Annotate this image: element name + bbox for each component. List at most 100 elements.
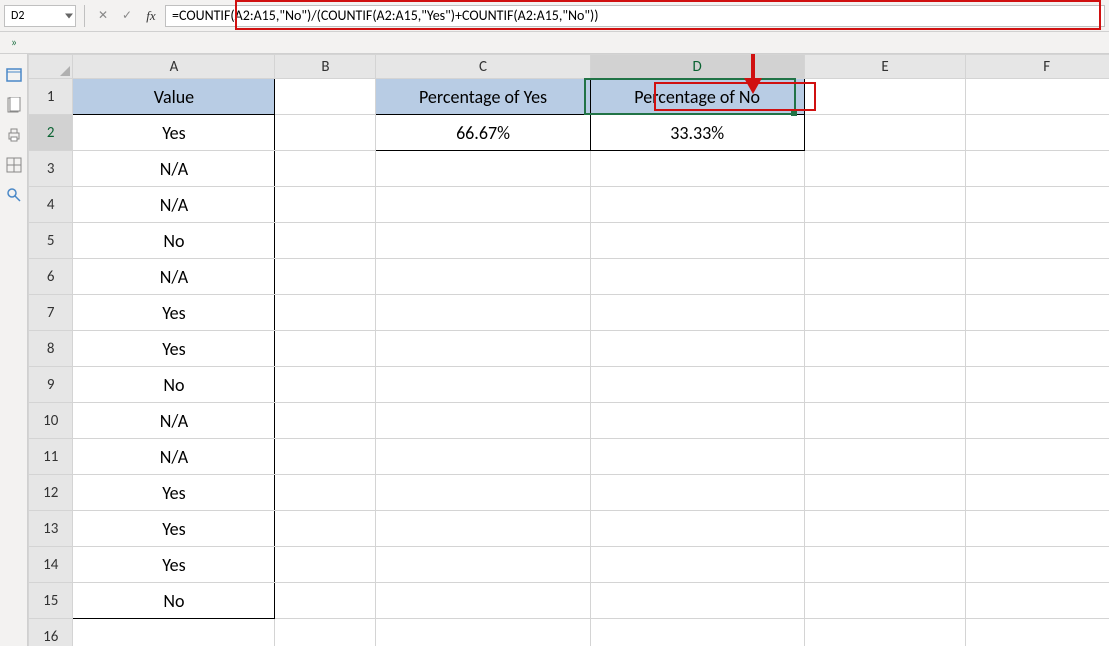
row-header[interactable]: 4 xyxy=(29,187,73,223)
cell-B10[interactable] xyxy=(275,403,376,439)
row-header[interactable]: 12 xyxy=(29,475,73,511)
cell-E2[interactable] xyxy=(804,115,966,151)
cell-E9[interactable] xyxy=(804,367,966,403)
cell-D3[interactable] xyxy=(590,151,804,187)
cell-C10[interactable] xyxy=(376,403,590,439)
row-header[interactable]: 13 xyxy=(29,511,73,547)
select-all-corner[interactable] xyxy=(29,55,73,79)
formula-input[interactable]: =COUNTIF(A2:A15,"No")/(COUNTIF(A2:A15,"Y… xyxy=(165,5,1105,27)
row-header[interactable]: 8 xyxy=(29,331,73,367)
cell-F11[interactable] xyxy=(966,439,1109,475)
row-header[interactable]: 9 xyxy=(29,367,73,403)
cell-A2[interactable]: Yes xyxy=(73,115,275,151)
cell-B2[interactable] xyxy=(275,115,376,151)
cell-F1[interactable] xyxy=(966,79,1109,115)
cell-C5[interactable] xyxy=(376,223,590,259)
cell-A3[interactable]: N/A xyxy=(73,151,275,187)
find-icon[interactable] xyxy=(0,182,28,208)
grid-icon[interactable] xyxy=(0,152,28,178)
col-header-B[interactable]: B xyxy=(275,55,376,79)
cell-C9[interactable] xyxy=(376,367,590,403)
cell-B14[interactable] xyxy=(275,547,376,583)
cell-E8[interactable] xyxy=(804,331,966,367)
cell-F8[interactable] xyxy=(966,331,1109,367)
cell-E12[interactable] xyxy=(804,475,966,511)
cell-A14[interactable]: Yes xyxy=(73,547,275,583)
cell-E4[interactable] xyxy=(804,187,966,223)
cell-C1[interactable]: Percentage of Yes xyxy=(376,79,590,115)
cell-D1[interactable]: Percentage of No xyxy=(590,79,804,115)
spreadsheet-grid[interactable]: A B C D E F 1ValuePercentage of YesPerce… xyxy=(28,54,1109,646)
row-header[interactable]: 1 xyxy=(29,79,73,115)
cell-F5[interactable] xyxy=(966,223,1109,259)
chevron-down-icon[interactable] xyxy=(65,13,73,18)
cell-D9[interactable] xyxy=(590,367,804,403)
row-header[interactable]: 3 xyxy=(29,151,73,187)
cell-D8[interactable] xyxy=(590,331,804,367)
cell-F4[interactable] xyxy=(966,187,1109,223)
cell-E16[interactable] xyxy=(804,619,966,646)
cell-D7[interactable] xyxy=(590,295,804,331)
row-header[interactable]: 11 xyxy=(29,439,73,475)
cell-C14[interactable] xyxy=(376,547,590,583)
cell-D11[interactable] xyxy=(590,439,804,475)
cell-D2[interactable]: 33.33% xyxy=(590,115,804,151)
cell-C3[interactable] xyxy=(376,151,590,187)
print-icon[interactable] xyxy=(0,122,28,148)
cell-A9[interactable]: No xyxy=(73,367,275,403)
cell-B1[interactable] xyxy=(275,79,376,115)
cell-B3[interactable] xyxy=(275,151,376,187)
cell-D4[interactable] xyxy=(590,187,804,223)
cell-C7[interactable] xyxy=(376,295,590,331)
cell-C12[interactable] xyxy=(376,475,590,511)
cell-B15[interactable] xyxy=(275,583,376,619)
cell-B9[interactable] xyxy=(275,367,376,403)
cell-C13[interactable] xyxy=(376,511,590,547)
cell-C11[interactable] xyxy=(376,439,590,475)
cell-D15[interactable] xyxy=(590,583,804,619)
cell-F14[interactable] xyxy=(966,547,1109,583)
cell-F13[interactable] xyxy=(966,511,1109,547)
col-header-F[interactable]: F xyxy=(966,55,1109,79)
cell-D5[interactable] xyxy=(590,223,804,259)
cell-B7[interactable] xyxy=(275,295,376,331)
enter-icon[interactable]: ✓ xyxy=(117,6,137,26)
cell-A15[interactable]: No xyxy=(73,583,275,619)
cell-F9[interactable] xyxy=(966,367,1109,403)
cell-E5[interactable] xyxy=(804,223,966,259)
col-header-A[interactable]: A xyxy=(73,55,275,79)
cell-E1[interactable] xyxy=(804,79,966,115)
cell-F3[interactable] xyxy=(966,151,1109,187)
cell-E7[interactable] xyxy=(804,295,966,331)
cell-C8[interactable] xyxy=(376,331,590,367)
cell-F7[interactable] xyxy=(966,295,1109,331)
cell-E11[interactable] xyxy=(804,439,966,475)
cell-C2[interactable]: 66.67% xyxy=(376,115,590,151)
cell-A11[interactable]: N/A xyxy=(73,439,275,475)
cell-A4[interactable]: N/A xyxy=(73,187,275,223)
cell-A13[interactable]: Yes xyxy=(73,511,275,547)
col-header-D[interactable]: D xyxy=(590,55,804,79)
cell-B5[interactable] xyxy=(275,223,376,259)
cell-F2[interactable] xyxy=(966,115,1109,151)
cell-F10[interactable] xyxy=(966,403,1109,439)
cancel-icon[interactable]: ✕ xyxy=(93,6,113,26)
cell-B12[interactable] xyxy=(275,475,376,511)
row-header[interactable]: 14 xyxy=(29,547,73,583)
cell-D14[interactable] xyxy=(590,547,804,583)
cell-A8[interactable]: Yes xyxy=(73,331,275,367)
row-header[interactable]: 16 xyxy=(29,619,73,646)
cell-B13[interactable] xyxy=(275,511,376,547)
cell-E13[interactable] xyxy=(804,511,966,547)
cell-E15[interactable] xyxy=(804,583,966,619)
cell-D12[interactable] xyxy=(590,475,804,511)
cell-A16[interactable] xyxy=(73,619,275,646)
cell-B8[interactable] xyxy=(275,331,376,367)
cell-B16[interactable] xyxy=(275,619,376,646)
row-header[interactable]: 10 xyxy=(29,403,73,439)
cell-C15[interactable] xyxy=(376,583,590,619)
cell-A7[interactable]: Yes xyxy=(73,295,275,331)
name-box[interactable]: D2 xyxy=(4,5,76,27)
cell-E14[interactable] xyxy=(804,547,966,583)
cell-D16[interactable] xyxy=(590,619,804,646)
